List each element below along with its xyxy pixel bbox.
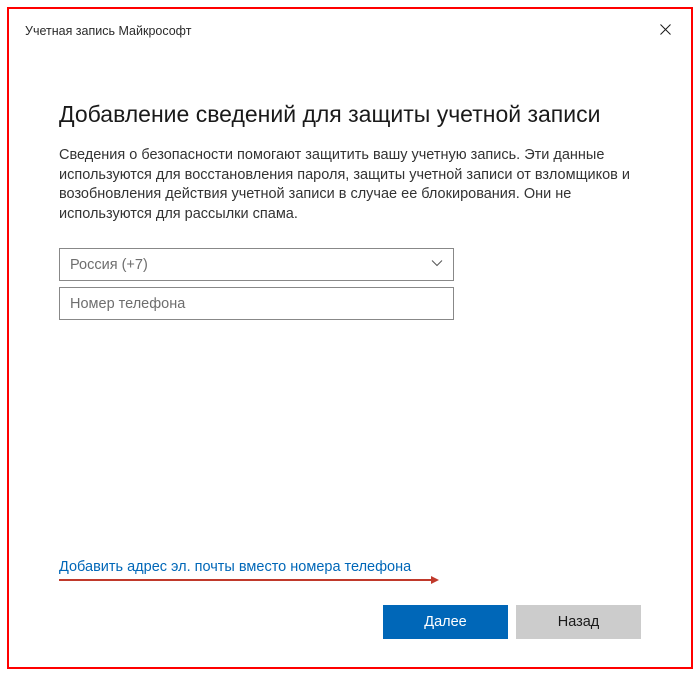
button-row: Далее Назад <box>9 581 691 667</box>
page-heading: Добавление сведений для защиты учетной з… <box>59 101 641 128</box>
country-selected-value: Россия (+7) <box>70 257 148 273</box>
next-button[interactable]: Далее <box>383 605 508 639</box>
annotation-underline <box>59 579 431 581</box>
window-title: Учетная запись Майкрософт <box>25 24 191 38</box>
close-button[interactable] <box>655 21 675 41</box>
back-button[interactable]: Назад <box>516 605 641 639</box>
form-area: Россия (+7) <box>59 248 454 320</box>
chevron-down-icon <box>431 256 443 274</box>
content-area: Добавление сведений для защиты учетной з… <box>9 51 691 558</box>
description-text: Сведения о безопасности помогают защитит… <box>59 146 641 224</box>
use-email-link[interactable]: Добавить адрес эл. почты вместо номера т… <box>59 559 411 575</box>
alternate-link-row: Добавить адрес эл. почты вместо номера т… <box>9 558 691 576</box>
account-dialog: Учетная запись Майкрософт Добавление све… <box>9 9 691 667</box>
phone-input[interactable] <box>59 287 454 320</box>
close-icon <box>660 24 671 38</box>
country-select[interactable]: Россия (+7) <box>59 248 454 281</box>
titlebar: Учетная запись Майкрософт <box>9 9 691 51</box>
